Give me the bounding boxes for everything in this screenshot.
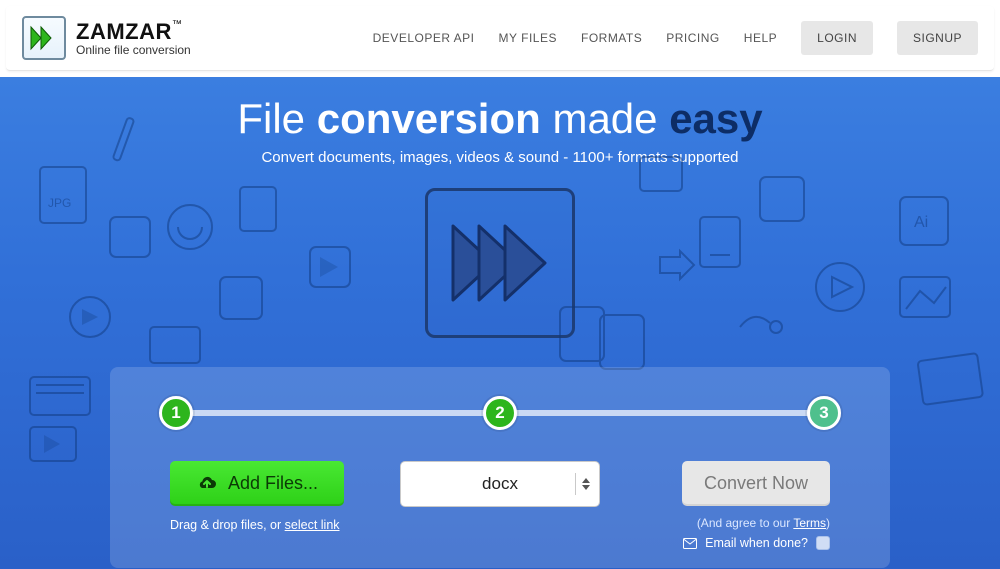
add-files-button[interactable]: Add Files... (170, 461, 344, 506)
step-line-1 (176, 410, 500, 416)
select-caret-icon (575, 473, 589, 495)
email-when-done-row: Email when done? (683, 536, 830, 550)
converter-controls-row: Add Files... Drag & drop files, or selec… (170, 461, 830, 550)
brand-name: ZAMZAR (76, 19, 172, 44)
hero-title: File conversion made easy (0, 77, 1000, 143)
primary-nav: DEVELOPER API MY FILES FORMATS PRICING H… (373, 21, 978, 55)
brand-text: ZAMZAR™ Online file conversion (76, 20, 191, 56)
add-files-label: Add Files... (228, 473, 318, 494)
nav-help[interactable]: HELP (744, 31, 777, 45)
nav-pricing[interactable]: PRICING (666, 31, 720, 45)
hero-section: JPG Ai File conversion made easy Conve (0, 77, 1000, 569)
step-indicator: 1 2 3 (176, 393, 824, 433)
step-2-column: docx (400, 461, 600, 507)
drag-hint-text: Drag & drop files, or (170, 518, 285, 532)
nav-my-files[interactable]: MY FILES (499, 31, 557, 45)
step-3-column: Convert Now (And agree to our Terms) Ema… (630, 461, 830, 550)
mail-icon (683, 538, 697, 549)
terms-post: ) (826, 516, 830, 530)
hero-subtitle: Convert documents, images, videos & soun… (0, 149, 1000, 166)
upload-cloud-icon (196, 475, 218, 493)
hero-title-bold2: easy (669, 95, 762, 142)
login-button[interactable]: LOGIN (801, 21, 873, 55)
email-when-done-checkbox[interactable] (816, 536, 830, 550)
zamzar-logo-icon (22, 16, 66, 60)
hero-title-part1: File (237, 95, 316, 142)
step-3-badge: 3 (807, 396, 841, 430)
step-2-badge: 2 (483, 396, 517, 430)
svg-text:JPG: JPG (48, 196, 71, 210)
hero-title-bold1: conversion (317, 95, 541, 142)
signup-button[interactable]: SIGNUP (897, 21, 978, 55)
terms-link[interactable]: Terms (793, 516, 826, 530)
output-format-select[interactable]: docx (400, 461, 600, 507)
step-1-badge: 1 (159, 396, 193, 430)
drag-drop-hint: Drag & drop files, or select link (170, 518, 340, 532)
svg-text:Ai: Ai (914, 214, 928, 231)
step-1-column: Add Files... Drag & drop files, or selec… (170, 461, 370, 532)
top-nav: ZAMZAR™ Online file conversion DEVELOPER… (6, 6, 994, 71)
hero-forward-icon (425, 188, 575, 338)
select-link[interactable]: select link (285, 518, 340, 532)
step-line-2 (500, 410, 824, 416)
convert-now-button[interactable]: Convert Now (682, 461, 830, 506)
format-selected-value: docx (482, 474, 518, 494)
brand-tagline: Online file conversion (76, 44, 191, 57)
terms-line: (And agree to our Terms) (697, 516, 830, 530)
brand-logo[interactable]: ZAMZAR™ Online file conversion (22, 16, 191, 60)
nav-formats[interactable]: FORMATS (581, 31, 642, 45)
converter-panel: 1 2 3 Add Files... Drag & drop files, or… (110, 367, 890, 568)
hero-title-part2: made (541, 95, 669, 142)
nav-developer-api[interactable]: DEVELOPER API (373, 31, 475, 45)
trademark-symbol: ™ (172, 19, 182, 30)
terms-pre: (And agree to our (697, 516, 794, 530)
email-when-done-label: Email when done? (705, 536, 808, 550)
